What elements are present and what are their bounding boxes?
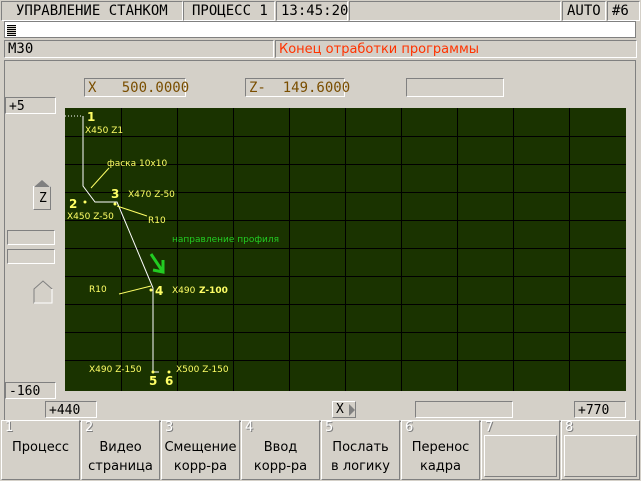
fkey-2-number: 2	[85, 420, 94, 435]
chevron-right-icon	[349, 404, 355, 416]
fkey-3-label-line2: корр-ра	[173, 459, 228, 474]
title-spacer	[349, 1, 561, 21]
fkey-4-input-corrector[interactable]: 4 Ввод корр-ра	[241, 420, 320, 480]
direction-label: направление профиля	[172, 235, 279, 245]
point-3-coords: X470 Z-50	[128, 190, 175, 200]
point-5-label: 5	[149, 374, 157, 388]
scale-top: +5	[5, 97, 56, 114]
clock: 13:45:20	[276, 1, 348, 21]
fkey-2-video-page[interactable]: 2 Видео страница	[81, 420, 160, 480]
r10-b-leader	[118, 285, 152, 295]
fkey-4-number: 4	[245, 420, 254, 435]
fkey-1-process[interactable]: 1 Процесс	[1, 420, 80, 480]
fkey-1-number: 1	[5, 420, 14, 435]
z-axis-button[interactable]: Z	[33, 180, 51, 210]
grid-lines	[65, 108, 626, 391]
point-2-coords: X450 Z-50	[67, 212, 114, 222]
point-2-marker	[83, 200, 87, 204]
fkey-7-empty[interactable]: 7	[481, 420, 560, 480]
process-label: ПРОЦЕСС 1	[183, 1, 275, 21]
fkey-8-number: 8	[565, 420, 574, 435]
point-1-coords: X450 Z1	[85, 126, 123, 136]
point-4-marker	[149, 288, 153, 292]
point-6-coords: X500 Z-150	[176, 365, 229, 375]
fkey-3-label-line1: Смещение	[164, 440, 237, 455]
fkey-6-frame-transfer[interactable]: 6 Перенос кадра	[401, 420, 480, 480]
position-empty-field	[406, 78, 504, 97]
fkey-8-inner	[564, 435, 637, 477]
point-4-z: Z-100	[199, 286, 228, 296]
chamfer-leader	[90, 167, 110, 189]
r10-a-label: R10	[148, 216, 166, 226]
fkey-5-send-to-logic[interactable]: 5 Послать в логику	[321, 420, 400, 480]
scale-bottom: -160	[5, 382, 56, 399]
point-6-label: 6	[165, 374, 173, 388]
chevron-up-icon	[34, 180, 50, 187]
fkey-8-empty[interactable]: 8	[561, 420, 640, 480]
toolpath-canvas: 1 X450 Z1 фаска 10x10 2 X450 Z-50 3 X470…	[65, 108, 626, 391]
fkey-6-label-line2: кадра	[419, 459, 462, 474]
fkey-2-label-line1: Видео	[99, 440, 142, 455]
direction-arrow-icon	[149, 253, 165, 274]
m-code: M30	[4, 40, 274, 58]
fkey-5-number: 5	[325, 420, 334, 435]
fkey-3-offset[interactable]: 3 Смещение корр-ра	[161, 420, 240, 480]
fkey-1-label-line1: Процесс	[11, 440, 70, 455]
x-position: X 500.0000	[84, 78, 189, 97]
point-4-label: 4	[155, 284, 163, 298]
z-axis-label: Z	[39, 191, 47, 206]
mode-indicator: AUTO	[562, 1, 606, 21]
text-cursor	[7, 25, 16, 36]
channel-indicator: #6	[607, 1, 640, 21]
scale-left: +440	[45, 401, 97, 418]
home-marker-shape	[33, 280, 53, 304]
point-5-coords: X490 Z-150	[89, 365, 142, 375]
fkey-5-label-line1: Послать	[332, 440, 389, 455]
title-bar: УПРАВЛЕНИЕ СТАНКОМ ПРОЦЕСС 1 13:45:20 AU…	[0, 0, 641, 21]
scale-right: +770	[574, 401, 626, 418]
point-2-label: 2	[69, 197, 77, 211]
fkey-4-label-line2: корр-ра	[253, 459, 308, 474]
fkey-4-label-line1: Ввод	[263, 440, 298, 455]
chamfer-label: фаска 10x10	[107, 159, 167, 169]
fkey-6-label-line1: Перенос	[411, 440, 470, 455]
point-4-x: X490	[172, 286, 196, 296]
r10-b-label: R10	[89, 285, 107, 295]
z-position: Z- 149.6000	[245, 78, 350, 97]
point-3-label: 3	[111, 187, 119, 201]
control-title: УПРАВЛЕНИЕ СТАНКОМ	[1, 1, 183, 21]
left-scale-box-1	[7, 230, 55, 245]
fkey-2-label-line2: страница	[88, 459, 153, 474]
command-input[interactable]	[4, 21, 636, 38]
x-axis-label: X	[336, 402, 344, 417]
fkey-7-number: 7	[485, 420, 494, 435]
point-3-marker	[113, 202, 117, 206]
fkey-7-inner	[484, 435, 557, 477]
status-message: Конец отработки программы	[275, 40, 637, 58]
x-axis-button[interactable]: X	[332, 401, 356, 418]
left-scale-box-2	[7, 249, 55, 264]
fkey-6-number: 6	[405, 420, 414, 435]
home-marker-icon	[33, 280, 53, 304]
fkey-5-label-line2: в логику	[331, 459, 390, 474]
point-1-label: 1	[87, 110, 95, 124]
fkey-3-number: 3	[165, 420, 174, 435]
toolpath-view[interactable]: 1 X450 Z1 фаска 10x10 2 X450 Z-50 3 X470…	[65, 108, 626, 391]
x-scale-box	[415, 401, 513, 418]
